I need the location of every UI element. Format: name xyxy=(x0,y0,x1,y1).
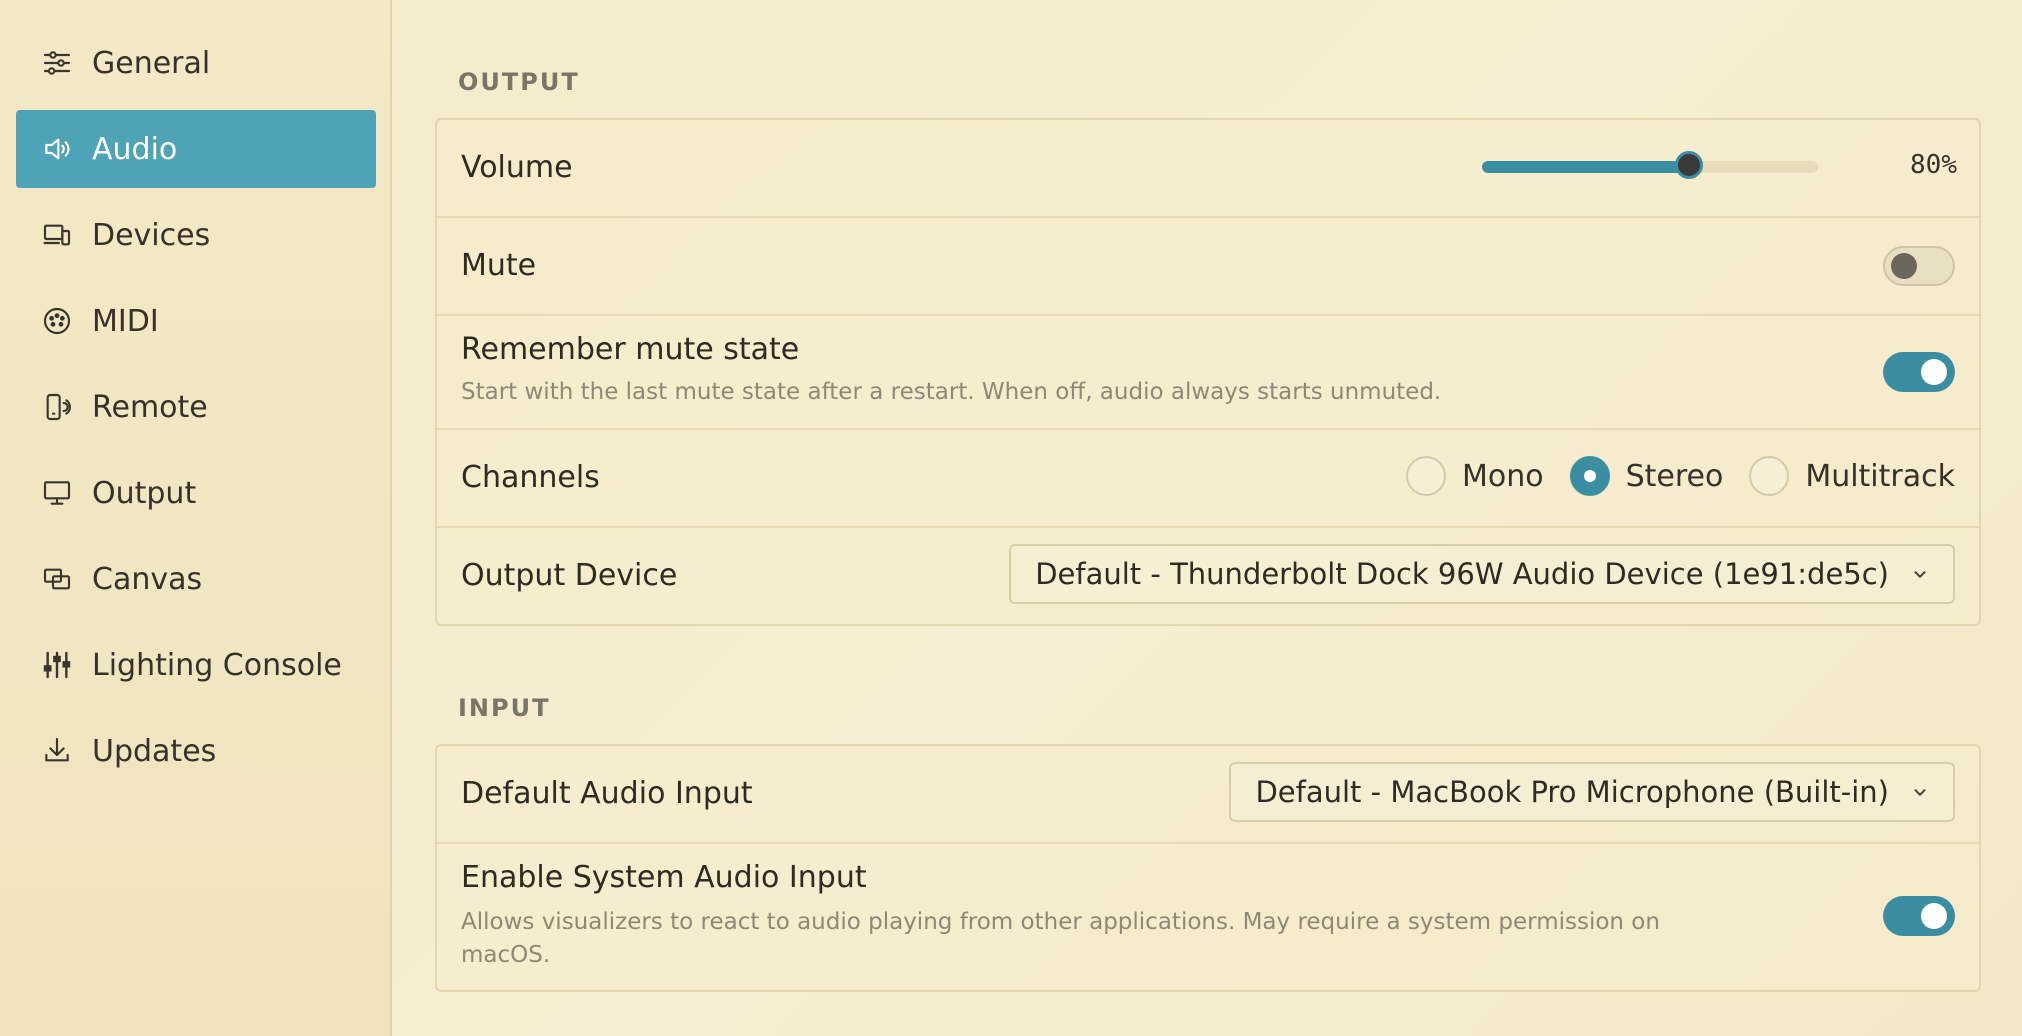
output-card: Volume 80% Mute Remember mute state Star… xyxy=(435,118,1981,626)
sidebar-item-label: Remote xyxy=(92,389,208,425)
channel-option-multitrack[interactable]: Multitrack xyxy=(1749,456,1955,496)
chevron-down-icon xyxy=(1914,571,1926,578)
monitor-icon xyxy=(40,476,74,510)
channel-option-stereo[interactable]: Stereo xyxy=(1569,456,1724,496)
remember-mute-row: Remember mute state Start with the last … xyxy=(437,316,1979,430)
download-icon xyxy=(40,734,74,768)
volume-slider[interactable] xyxy=(1482,151,1818,179)
remember-mute-toggle[interactable] xyxy=(1883,352,1955,392)
system-audio-toggle[interactable] xyxy=(1883,896,1955,936)
radio-label: Multitrack xyxy=(1805,458,1955,494)
system-audio-description-line1: Allows visualizers to react to audio pla… xyxy=(461,909,1660,935)
sidebar-item-canvas[interactable]: Canvas xyxy=(16,540,376,618)
midi-connector-icon xyxy=(40,304,74,338)
sidebar-item-label: General xyxy=(92,45,211,81)
sidebar-item-output[interactable]: Output xyxy=(16,454,376,532)
output-device-value: Default - Thunderbolt Dock 96W Audio Dev… xyxy=(1035,557,1889,591)
sidebar-item-remote[interactable]: Remote xyxy=(16,368,376,446)
mute-label: Mute xyxy=(461,248,537,283)
volume-label: Volume xyxy=(461,150,573,185)
remember-mute-description: Start with the last mute state after a r… xyxy=(461,379,1442,405)
radio-button[interactable] xyxy=(1749,456,1790,496)
input-section-title: INPUT xyxy=(458,694,551,722)
remember-mute-label: Remember mute state xyxy=(461,332,800,367)
default-input-value: Default - MacBook Pro Microphone (Built-… xyxy=(1255,775,1889,809)
input-card: Default Audio Input Default - MacBook Pr… xyxy=(435,744,1981,992)
volume-row: Volume 80% xyxy=(437,120,1979,218)
remote-phone-icon xyxy=(40,390,74,424)
toggle-knob xyxy=(1891,253,1917,279)
chevron-down-icon xyxy=(1914,789,1926,796)
channels-row: Channels Mono Stereo Multitrack xyxy=(437,430,1979,528)
system-audio-description-line2: macOS. xyxy=(461,942,551,968)
volume-slider-thumb[interactable] xyxy=(1674,151,1703,179)
output-section-title: OUTPUT xyxy=(458,68,580,96)
radio-button[interactable] xyxy=(1569,456,1610,496)
system-audio-description: Allows visualizers to react to audio pla… xyxy=(461,906,1660,972)
sidebar-item-label: Canvas xyxy=(92,561,203,597)
sidebar-item-lighting-console[interactable]: Lighting Console xyxy=(16,626,376,704)
sidebar-item-label: Lighting Console xyxy=(92,647,342,683)
sidebar: General Audio Devices MIDI Remote Output… xyxy=(0,0,392,1036)
radio-label: Mono xyxy=(1461,458,1544,494)
radio-label: Stereo xyxy=(1625,458,1724,494)
output-device-row: Output Device Default - Thunderbolt Dock… xyxy=(437,528,1979,624)
sidebar-item-label: Devices xyxy=(92,217,211,253)
default-input-label: Default Audio Input xyxy=(461,776,753,811)
volume-slider-fill xyxy=(1482,161,1689,173)
toggle-knob xyxy=(1921,359,1947,385)
system-audio-label: Enable System Audio Input xyxy=(461,860,867,895)
sidebar-item-label: MIDI xyxy=(92,303,159,339)
devices-icon xyxy=(40,218,74,252)
sidebar-item-label: Audio xyxy=(92,131,178,167)
sidebar-item-devices[interactable]: Devices xyxy=(16,196,376,274)
mute-toggle[interactable] xyxy=(1883,246,1955,286)
channels-label: Channels xyxy=(461,460,600,495)
sidebar-item-general[interactable]: General xyxy=(16,24,376,102)
sidebar-item-label: Updates xyxy=(92,733,217,769)
mute-row: Mute xyxy=(437,218,1979,316)
default-input-select[interactable]: Default - MacBook Pro Microphone (Built-… xyxy=(1229,762,1955,822)
channels-radio-group: Mono Stereo Multitrack xyxy=(1380,456,1955,496)
output-device-label: Output Device xyxy=(461,558,678,593)
volume-value: 80% xyxy=(1910,150,1957,180)
sidebar-item-audio[interactable]: Audio xyxy=(16,110,376,188)
output-device-select[interactable]: Default - Thunderbolt Dock 96W Audio Dev… xyxy=(1009,544,1955,604)
sidebar-item-updates[interactable]: Updates xyxy=(16,712,376,790)
toggle-knob xyxy=(1921,903,1947,929)
speaker-icon xyxy=(40,132,74,166)
sidebar-item-midi[interactable]: MIDI xyxy=(16,282,376,360)
sliders-icon xyxy=(40,46,74,80)
canvas-icon xyxy=(40,562,74,596)
system-audio-row: Enable System Audio Input Allows visuali… xyxy=(437,844,1979,990)
faders-icon xyxy=(40,648,74,682)
sidebar-item-label: Output xyxy=(92,475,197,511)
channel-option-mono[interactable]: Mono xyxy=(1405,456,1544,496)
radio-button[interactable] xyxy=(1405,456,1446,496)
default-input-row: Default Audio Input Default - MacBook Pr… xyxy=(437,746,1979,844)
